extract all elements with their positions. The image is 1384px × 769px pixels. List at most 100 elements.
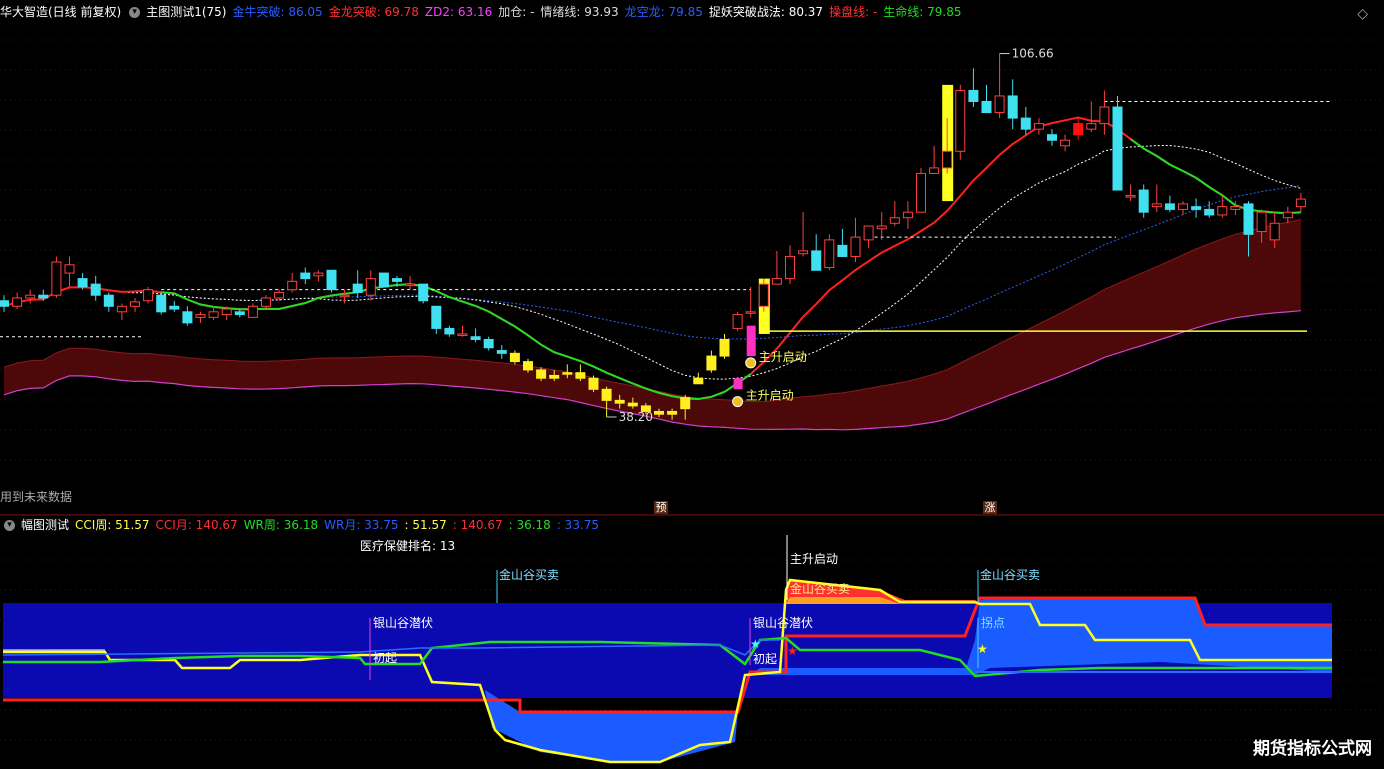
flag-up: 涨	[983, 501, 997, 514]
candle-body	[496, 350, 507, 354]
sub-header-value-2: WR周: 36.18	[243, 518, 319, 532]
sub-header-value-0: CCI周: 51.57	[75, 518, 150, 532]
candle-body	[706, 355, 717, 371]
money-icon	[732, 396, 744, 408]
candle-body	[902, 211, 913, 219]
candle-body	[182, 311, 193, 324]
candle-body	[523, 361, 533, 371]
sub-header-value-4: : 51.57	[404, 518, 447, 532]
candle-body	[1047, 134, 1057, 141]
line-life	[1130, 138, 1301, 215]
candle-body	[405, 283, 416, 287]
candle-body	[916, 172, 926, 213]
candle-body	[339, 294, 350, 298]
candle-body	[549, 374, 560, 379]
candle-body	[1204, 208, 1215, 216]
candle-body	[1060, 139, 1071, 147]
candle-body	[1269, 222, 1280, 241]
header-value-7: 操盘线: -	[829, 5, 878, 19]
sub-chart-group: 金山谷买卖 金山谷买卖金山谷买卖主升启动银山谷潜伏初起银山谷潜伏初起拐点★ ★ ★	[2, 535, 1332, 764]
candle-body	[562, 372, 573, 375]
candle-body	[889, 217, 900, 224]
candle-body	[352, 283, 363, 293]
silver-valley-label: 银山谷潜伏	[753, 616, 813, 630]
turn-label: 拐点	[981, 615, 1005, 630]
candle-body	[247, 305, 258, 318]
header-value-8: 生命线: 79.85	[883, 5, 962, 19]
candle-body	[1073, 123, 1084, 136]
valley-buy-label: 金山谷买卖	[790, 581, 850, 596]
signal-bar-magenta	[733, 378, 743, 390]
money-icon	[745, 357, 757, 369]
start-label: 初起	[753, 652, 777, 666]
candle-body	[195, 314, 206, 318]
band-cloud	[3, 219, 1302, 431]
candle-body	[1033, 123, 1044, 130]
candle-body	[221, 308, 232, 316]
candle-body	[785, 255, 795, 280]
candle-body	[1282, 211, 1293, 219]
candle-body	[25, 294, 36, 299]
candle-body	[1020, 117, 1031, 130]
sub-fill	[485, 690, 738, 762]
main-header: 华大智造(日线 前复权) ▾ 主图测试1(75) 金牛突破: 86.05 金龙突破: 6…	[0, 1, 974, 23]
candle-body	[38, 294, 49, 299]
sub-header-values: CCI周: 51.57 CCI月: 140.67 WR周: 36.18 WR月: 33…	[75, 518, 605, 532]
sub-indicator-name[interactable]: 幅图测试	[21, 518, 69, 532]
chart-canvas: 金山谷买卖 金山谷买卖金山谷买卖主升启动银山谷潜伏初起银山谷潜伏初起拐点★ ★ ★ 1…	[0, 39, 1384, 764]
valley-buy-label: 金山谷买卖	[980, 567, 1040, 582]
signal-label: 主升启动	[746, 389, 794, 403]
candle-body	[837, 244, 848, 257]
candle-body	[234, 311, 245, 316]
header-value-3: 加仓: -	[498, 5, 535, 19]
signal-label: 主升启动	[759, 350, 807, 364]
candle-body	[470, 336, 481, 340]
diamond-icon[interactable]: ◇	[1357, 6, 1368, 22]
settings-icon[interactable]: ▾	[129, 7, 141, 18]
sub-header-value-3: WR月: 33.75	[324, 518, 399, 532]
sub-orange-fill	[786, 597, 900, 604]
candle-body	[483, 338, 494, 349]
candle-body	[536, 369, 547, 379]
candle-body	[1256, 211, 1267, 233]
candle-body	[143, 289, 154, 302]
candle-body	[929, 167, 940, 174]
candle-body	[1295, 198, 1306, 208]
rank-label: 医疗保健排名: 13	[360, 539, 456, 553]
candle-body	[392, 278, 402, 282]
candle-body	[994, 95, 1005, 114]
watermark: 期货指标公式网	[1253, 739, 1372, 759]
candle-body	[156, 294, 167, 313]
candle-body	[693, 377, 704, 385]
candle-body	[313, 272, 324, 277]
candle-body	[64, 264, 75, 274]
main-rise-label: 主升启动	[790, 552, 838, 566]
valley-buy-label: 金山谷买卖	[499, 567, 559, 582]
candle-body	[745, 311, 756, 314]
candle-body	[169, 305, 180, 310]
candle-body	[116, 305, 127, 313]
candle-body	[942, 150, 953, 169]
low-label: 38.20	[619, 410, 653, 424]
sub-header-value-6: : 36.18	[508, 518, 551, 532]
candle-body	[1191, 206, 1202, 210]
candle-body	[811, 250, 822, 271]
candle-body	[418, 283, 429, 302]
silver-valley-label: 银山谷潜伏	[373, 616, 433, 630]
candle-body	[627, 402, 638, 407]
high-label: 106.66	[1012, 47, 1054, 61]
header-value-6: 捉妖突破战法: 80.37	[708, 5, 824, 19]
candle-body	[850, 236, 861, 257]
candle-body	[1125, 195, 1136, 198]
indicator-name[interactable]: 主图测试1(75)	[146, 5, 226, 19]
candle-body	[614, 399, 625, 404]
candle-body	[1151, 203, 1162, 208]
future-data-note: 用到未来数据	[0, 490, 73, 504]
settings-icon[interactable]: ▾	[4, 520, 15, 531]
candle-body	[1007, 95, 1018, 119]
candle-body	[261, 297, 271, 307]
candle-body	[1178, 203, 1188, 210]
candle-body	[824, 239, 835, 269]
candle-body	[968, 89, 979, 102]
chart-title[interactable]: 华大智造(日线 前复权)	[0, 5, 121, 19]
